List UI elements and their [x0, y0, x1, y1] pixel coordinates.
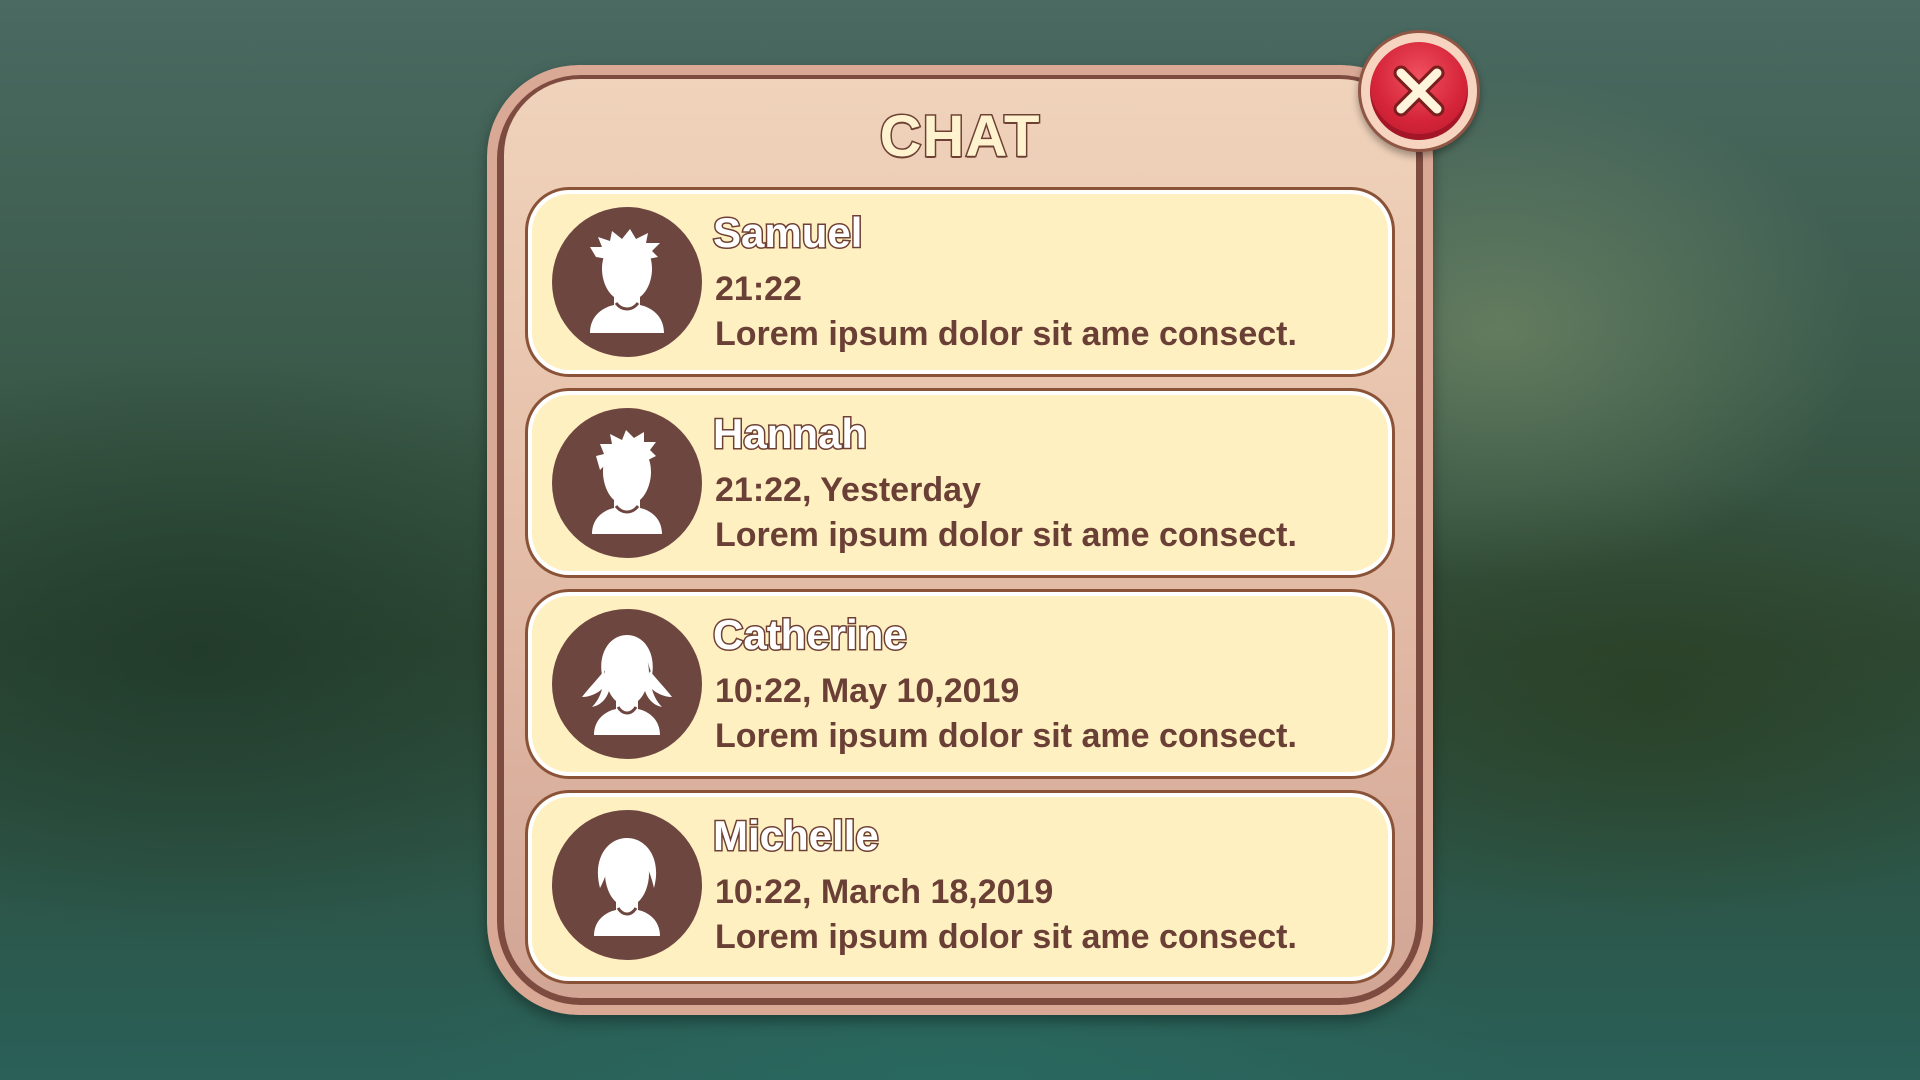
avatar [552, 408, 702, 558]
chat-item-michelle[interactable]: Michelle 10:22, March 18,2019 Lorem ipsu… [525, 790, 1395, 984]
contact-name: Catherine [712, 610, 909, 660]
message-preview: Lorem ipsum dolor sit ame consect. [715, 717, 1297, 755]
close-icon [1393, 65, 1445, 117]
avatar [552, 207, 702, 357]
female-bob-hair-avatar-icon [594, 838, 660, 936]
contact-name: Hannah [711, 409, 868, 459]
chat-list: Samuel 21:22 Lorem ipsum dolor sit ame c… [525, 187, 1395, 995]
contact-name: Michelle [712, 811, 881, 861]
message-preview: Lorem ipsum dolor sit ame consect. [715, 516, 1297, 554]
message-preview: Lorem ipsum dolor sit ame consect. [715, 315, 1297, 353]
message-time: 21:22 [715, 270, 802, 308]
close-button[interactable] [1358, 30, 1480, 152]
message-preview: Lorem ipsum dolor sit ame consect. [715, 918, 1297, 956]
chat-item-hannah[interactable]: Hannah 21:22, Yesterday Lorem ipsum dolo… [525, 388, 1395, 578]
game-scene-background: CHAT Samuel 21:22 Lorem ipsum dolor sit … [0, 0, 1920, 1080]
message-time: 10:22, May 10,2019 [715, 672, 1020, 710]
close-button-face [1370, 42, 1468, 140]
contact-name: Samuel [711, 208, 863, 258]
chat-item-catherine[interactable]: Catherine 10:22, May 10,2019 Lorem ipsum… [525, 589, 1395, 779]
male-short-hair-avatar-icon [592, 430, 662, 534]
message-time: 10:22, March 18,2019 [715, 873, 1054, 911]
female-pigtails-avatar-icon [582, 635, 672, 735]
avatar [552, 810, 702, 960]
avatar [552, 609, 702, 759]
chat-title: CHAT [878, 103, 1041, 171]
male-spiky-hair-avatar-icon [590, 229, 664, 333]
chat-item-samuel[interactable]: Samuel 21:22 Lorem ipsum dolor sit ame c… [525, 187, 1395, 377]
message-time: 21:22, Yesterday [715, 471, 981, 509]
